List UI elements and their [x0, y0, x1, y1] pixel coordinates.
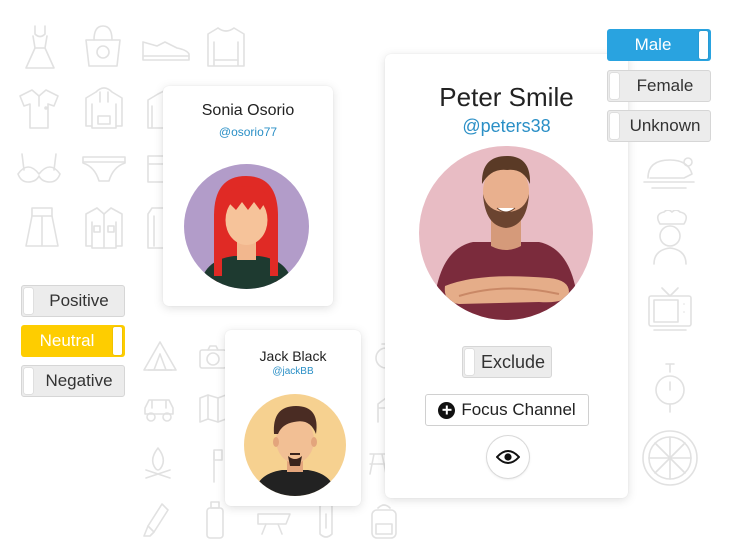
tent-icon	[142, 340, 178, 374]
sentiment-option-neutral[interactable]: Neutral	[21, 325, 125, 357]
profile-name: Peter Smile	[439, 82, 574, 112]
profile-handle[interactable]: @peters38	[385, 116, 628, 137]
profile-handle[interactable]: @osorio77	[163, 125, 333, 139]
profile-card-jack[interactable]: Jack Black @jackBB	[225, 330, 361, 506]
gender-option-label: Female	[636, 76, 694, 95]
gender-option-female[interactable]: Female	[607, 70, 711, 102]
skirt-icon	[22, 206, 62, 250]
sentiment-option-negative[interactable]: Negative	[21, 365, 125, 397]
axe-icon	[204, 446, 224, 484]
avatar	[244, 394, 346, 496]
avatar	[184, 164, 309, 289]
eye-icon	[496, 450, 520, 464]
profile-name: Sonia Osorio	[201, 102, 295, 119]
toggle-knob	[610, 73, 619, 99]
hoodie-icon	[80, 84, 128, 132]
carabiner-icon	[314, 500, 338, 540]
profile-handle[interactable]: @jackBB	[225, 366, 361, 377]
shirt-icon	[82, 204, 126, 252]
focus-channel-label: Focus Channel	[461, 400, 576, 419]
turkey-icon	[640, 148, 698, 192]
camera-icon	[198, 342, 228, 372]
gender-option-label: Unknown	[629, 116, 701, 135]
avatar	[419, 146, 593, 320]
toggle-knob	[465, 349, 474, 375]
knife-icon	[254, 508, 294, 538]
toggle-knob	[610, 113, 619, 139]
map-icon	[198, 392, 228, 426]
sentiment-option-positive[interactable]: Positive	[21, 285, 125, 317]
bra-icon	[14, 152, 64, 188]
flashlight-icon	[142, 500, 172, 540]
sentiment-option-label: Neutral	[39, 331, 95, 350]
polo-shirt-icon	[16, 86, 62, 132]
car-icon	[142, 396, 176, 424]
campfire-icon	[142, 446, 174, 482]
profile-card-peter[interactable]: Peter Smile @peters38 Exclude Focus Chan…	[385, 54, 628, 498]
tv-icon	[646, 284, 694, 336]
exclude-label: Exclude	[480, 351, 546, 372]
sentiment-option-label: Positive	[49, 291, 109, 310]
toggle-knob	[24, 368, 33, 394]
gender-option-male[interactable]: Male	[607, 29, 711, 61]
sweater-icon	[204, 24, 248, 70]
toggle-knob	[113, 327, 122, 355]
shoe-icon	[140, 36, 192, 66]
dress-icon	[22, 24, 58, 70]
handbag-icon	[80, 22, 126, 70]
flask-icon	[204, 500, 226, 540]
gender-option-label: Male	[634, 35, 672, 54]
toggle-knob	[699, 31, 708, 59]
toggle-knob	[24, 288, 33, 314]
sentiment-option-label: Negative	[45, 371, 113, 390]
gender-option-unknown[interactable]: Unknown	[607, 110, 711, 142]
plus-circle-icon	[438, 401, 456, 419]
underwear-icon	[80, 154, 128, 184]
profile-name: Jack Black	[259, 348, 327, 364]
view-button[interactable]	[487, 436, 529, 478]
pizza-icon	[640, 428, 700, 488]
exclude-toggle[interactable]: Exclude	[462, 346, 552, 378]
chef-icon	[650, 210, 690, 266]
backpack-icon	[368, 502, 400, 540]
stopwatch-icon	[652, 360, 688, 414]
profile-card-sonia[interactable]: Sonia Osorio @osorio77	[163, 86, 333, 306]
focus-channel-button[interactable]: Focus Channel	[425, 394, 589, 426]
